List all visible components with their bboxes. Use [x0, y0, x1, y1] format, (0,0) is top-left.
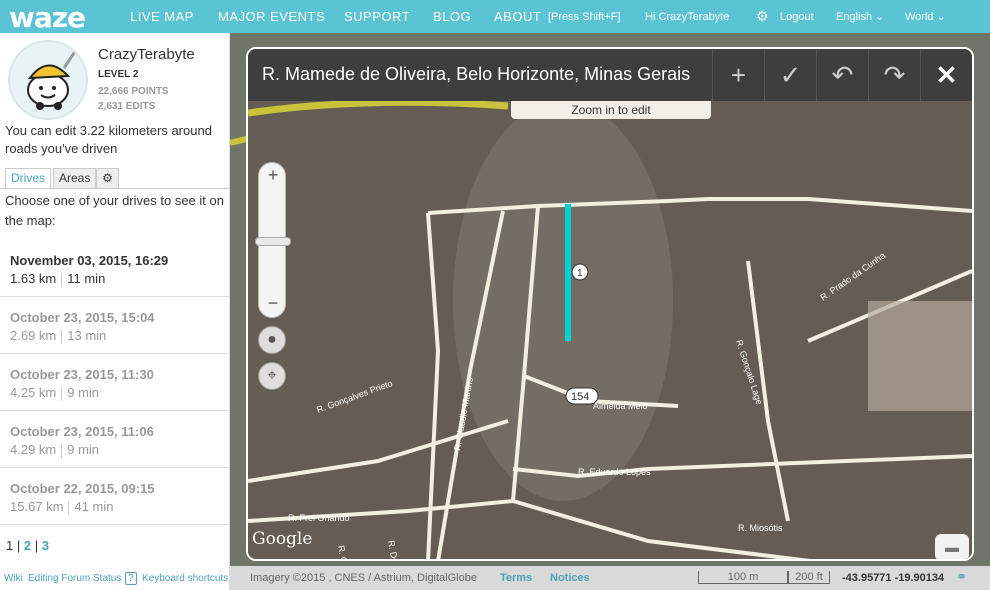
house-number-marker[interactable]: 154 — [565, 387, 599, 405]
tab-divider — [0, 188, 230, 189]
user-edits: 2,631 EDITS — [98, 101, 156, 112]
close-icon[interactable]: ✕ — [920, 49, 972, 101]
drive-date: November 03, 2015, 16:29 — [10, 253, 169, 268]
street-label: Almeida Melo — [593, 401, 648, 411]
scale-feet: 200 ft — [788, 571, 830, 584]
drive-duration: 13 min — [67, 328, 107, 343]
wazer-mascot-icon — [27, 49, 78, 110]
drive-distance: 4.29 km — [10, 442, 57, 457]
drive-list-item[interactable]: November 03, 2015, 16:29 1.63 km 11 min — [0, 240, 230, 297]
help-icon[interactable]: ? — [125, 572, 137, 585]
drive-distance: 1.63 km — [10, 271, 57, 286]
chevron-down-icon: ⌄ — [936, 11, 946, 23]
drive-meta: 15.67 km 41 min — [10, 499, 114, 515]
tab-settings-gear-icon[interactable]: ⚙ — [96, 168, 119, 189]
undo-icon[interactable]: ↶ — [816, 49, 868, 101]
drive-meta: 1.63 km 11 min — [10, 271, 105, 287]
permalink-icon[interactable]: ⚭ — [956, 569, 967, 585]
page-link[interactable]: 3 — [42, 538, 49, 553]
language-select[interactable]: English ⌄ — [836, 0, 884, 33]
language-label: English — [836, 11, 873, 23]
drive-duration: 41 min — [74, 499, 114, 514]
drive-duration: 9 min — [67, 442, 100, 457]
shortcut-hint: [Press Shift+F] — [548, 11, 621, 23]
redo-icon[interactable]: ↷ — [868, 49, 920, 101]
zoom-out-icon[interactable]: − — [259, 291, 287, 315]
drive-meta: 4.25 km 9 min — [10, 385, 99, 401]
waze-logo[interactable]: waze — [9, 1, 86, 34]
avatar — [8, 40, 88, 120]
imagery-credit: Imagery ©2015 , CNES / Astrium, DigitalG… — [250, 572, 477, 584]
zoom-hint: Zoom in to edit — [511, 101, 711, 119]
tab-drives[interactable]: Drives — [5, 168, 52, 189]
google-logo: Google — [252, 529, 313, 549]
drive-list-item[interactable]: October 23, 2015, 15:04 2.69 km 13 min — [0, 297, 230, 354]
drive-meta: 4.29 km 9 min — [10, 442, 99, 458]
locate-crosshair-icon[interactable]: ⌖ — [258, 362, 286, 390]
house-number-label: 154 — [571, 391, 589, 403]
add-icon[interactable]: + — [712, 49, 764, 101]
nav-about[interactable]: ABOUT — [494, 0, 541, 33]
region-label: World — [905, 11, 934, 23]
drive-list-item[interactable]: October 23, 2015, 11:06 4.29 km 9 min — [0, 411, 230, 468]
logout-link[interactable]: Logout — [780, 0, 814, 33]
drive-list-item[interactable]: October 22, 2015, 09:15 15.67 km 41 min — [0, 468, 230, 525]
nav-major-events[interactable]: MAJOR EVENTS — [218, 0, 325, 33]
checkmark-icon[interactable]: ✓ — [764, 49, 816, 101]
wiki-link[interactable]: Wiki — [4, 573, 23, 584]
page-current: 1 — [6, 538, 14, 553]
editing-forum-link[interactable]: Editing Forum — [28, 573, 90, 584]
page-link[interactable]: 2 — [24, 538, 31, 553]
pagination: 1 | 2 | 3 — [6, 538, 49, 553]
street-label: R. Miosótis — [738, 523, 783, 533]
street-label: R. Eduardo Lopes — [578, 467, 651, 477]
status-link[interactable]: Status — [93, 573, 121, 584]
zoom-slider-handle[interactable] — [255, 237, 291, 246]
drive-list-item[interactable]: October 23, 2015, 11:30 4.25 km 9 min — [0, 354, 230, 411]
drive-editor-dialog: R. Claudio Martins R. Gonçalves Prieto R… — [246, 47, 974, 561]
street-label: R. Frei Orlando — [288, 513, 350, 523]
user-points: 22,666 POINTS — [98, 86, 169, 97]
user-sidebar: CrazyTerabyte LEVEL 2 22,666 POINTS 2,63… — [0, 33, 230, 590]
editor-header: R. Mamede de Oliveira, Belo Horizonte, M… — [248, 49, 972, 101]
drive-distance: 15.67 km — [10, 499, 64, 514]
cursor-coordinates: -43.95771 -19.90134 — [842, 572, 945, 584]
map-footer-bar: Imagery ©2015 , CNES / Astrium, DigitalG… — [230, 566, 990, 590]
drive-duration: 11 min — [67, 271, 106, 286]
drive-meta: 2.69 km 13 min — [10, 328, 106, 344]
drive-date: October 23, 2015, 11:30 — [10, 367, 154, 382]
edit-allowance-note: You can edit 3.22 kilometers around road… — [5, 123, 212, 156]
region-select[interactable]: World ⌄ — [905, 0, 946, 33]
drive-date: October 22, 2015, 09:15 — [10, 481, 155, 496]
tab-areas[interactable]: Areas — [53, 168, 97, 189]
user-name: CrazyTerabyte — [98, 46, 195, 63]
drives-prompt: Choose one of your drives to see it on t… — [5, 193, 224, 228]
top-navigation-bar: waze LIVE MAP MAJOR EVENTS SUPPORT BLOG … — [0, 0, 990, 34]
chat-bubble-icon[interactable]: ▬ — [935, 534, 969, 559]
nav-live-map[interactable]: LIVE MAP — [130, 0, 194, 33]
scale-meters: 100 m — [698, 571, 788, 584]
house-number-marker[interactable]: 1 — [571, 263, 589, 281]
user-level: LEVEL 2 — [98, 69, 139, 80]
user-greeting[interactable]: Hi CrazyTerabyte — [645, 0, 729, 33]
zoom-slider[interactable]: + − — [255, 162, 291, 318]
layers-icon[interactable]: ● — [258, 326, 286, 354]
settings-gear-icon[interactable]: ⚙ — [756, 0, 769, 32]
sidebar-footer: Wiki Editing Forum Status ? Keyboard sho… — [0, 569, 230, 590]
drive-distance: 4.25 km — [10, 385, 57, 400]
keyboard-shortcuts-link[interactable]: Keyboard shortcuts — [142, 573, 228, 584]
house-number-label: 1 — [577, 268, 583, 279]
nav-support[interactable]: SUPPORT — [344, 0, 410, 33]
drive-distance: 2.69 km — [10, 328, 57, 343]
chevron-down-icon: ⌄ — [875, 11, 885, 23]
editor-title: R. Mamede de Oliveira, Belo Horizonte, M… — [262, 64, 691, 84]
editor-map-satellite[interactable]: R. Claudio Martins R. Gonçalves Prieto R… — [248, 101, 972, 561]
notices-link[interactable]: Notices — [550, 572, 590, 584]
drive-date: October 23, 2015, 15:04 — [10, 310, 155, 325]
terms-link[interactable]: Terms — [500, 572, 532, 584]
drive-date: October 23, 2015, 11:06 — [10, 424, 154, 439]
drive-duration: 9 min — [67, 385, 100, 400]
nav-blog[interactable]: BLOG — [433, 0, 471, 33]
zoom-in-icon[interactable]: + — [259, 163, 287, 187]
